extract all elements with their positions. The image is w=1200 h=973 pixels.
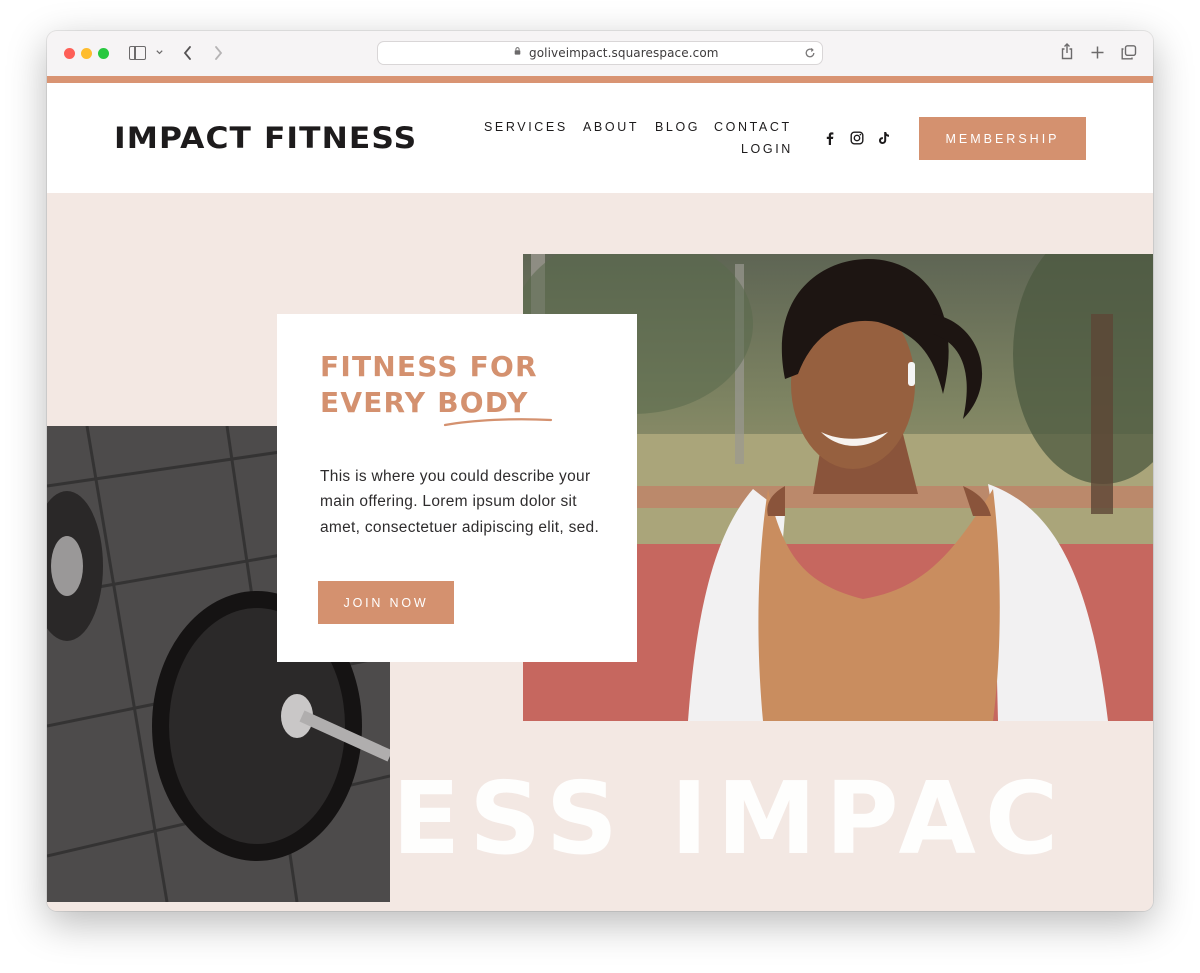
share-icon[interactable] [1060, 43, 1074, 60]
forward-arrow-icon[interactable] [212, 45, 224, 61]
nav-about[interactable]: ABOUT [583, 120, 639, 134]
membership-button[interactable]: MEMBERSHIP [919, 117, 1086, 160]
hero-section: ESS IMPAC FITNESS FOR EVERY BODY This is… [47, 193, 1153, 911]
hero-headline-body: BODY [437, 386, 529, 419]
address-url: goliveimpact.squarespace.com [529, 46, 719, 60]
nav-services[interactable]: SERVICES [484, 120, 568, 134]
facebook-icon[interactable] [823, 131, 837, 145]
hero-headline-line2a: EVERY [320, 386, 438, 419]
background-marquee-text: ESS IMPAC [392, 760, 1068, 877]
tiktok-icon[interactable] [877, 131, 891, 145]
join-now-button[interactable]: JOIN NOW [318, 581, 454, 624]
address-bar[interactable]: goliveimpact.squarespace.com [377, 41, 823, 65]
zoom-window-button[interactable] [98, 48, 109, 59]
instagram-icon[interactable] [850, 131, 864, 145]
hero-description: This is where you could describe your ma… [320, 467, 600, 536]
site-logo[interactable]: IMPACT FITNESS [114, 121, 417, 155]
new-tab-icon[interactable] [1091, 46, 1104, 59]
browser-toolbar: goliveimpact.squarespace.com [47, 31, 1153, 77]
hero-card: FITNESS FOR EVERY BODY This is where you… [277, 314, 637, 662]
hero-headline-line1: FITNESS FOR [320, 350, 538, 383]
minimize-window-button[interactable] [81, 48, 92, 59]
reload-icon[interactable] [804, 47, 816, 59]
nav-login[interactable]: LOGIN [741, 142, 793, 156]
sidebar-toggle-icon[interactable] [129, 46, 146, 60]
tab-overview-icon[interactable] [1121, 45, 1137, 60]
close-window-button[interactable] [64, 48, 75, 59]
lock-icon [514, 47, 521, 55]
back-arrow-icon[interactable] [182, 45, 194, 61]
nav-blog[interactable]: BLOG [655, 120, 700, 134]
headline-underline-swoosh [443, 418, 553, 427]
nav-contact[interactable]: CONTACT [714, 120, 792, 134]
site-header: IMPACT FITNESS SERVICES ABOUT BLOG CONTA… [47, 83, 1153, 193]
chevron-down-icon[interactable] [155, 48, 164, 57]
hero-headline: FITNESS FOR EVERY BODY [320, 349, 538, 421]
announcement-accent-bar [47, 76, 1153, 83]
browser-window: goliveimpact.squarespace.com IMPACT FITN… [47, 31, 1153, 911]
